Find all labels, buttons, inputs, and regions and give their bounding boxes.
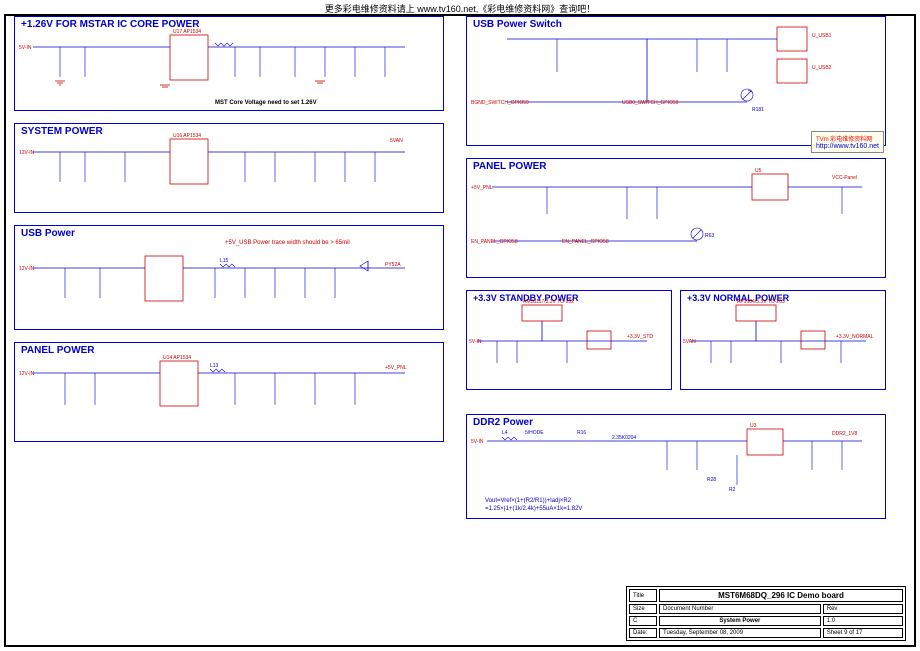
svg-text:U_USB1: U_USB1 — [812, 33, 832, 39]
block-33v-normal: +3.3V NORMAL POWER AP1084/3.3V TO-263 5V… — [680, 290, 886, 390]
svg-text:2.35K0204: 2.35K0204 — [612, 435, 636, 441]
svg-text:L13: L13 — [210, 363, 219, 369]
schematic-svg: U17 AP1534 5V-IN — [15, 17, 445, 97]
tb-size-label: Size — [629, 604, 657, 614]
tb-title: MST6M68DQ_296 IC Demo board — [659, 589, 903, 602]
svg-text:5/HODE: 5/HODE — [525, 430, 544, 436]
core-voltage-note: MST Core Voltage need to set 1.26V — [215, 100, 317, 106]
svg-text:VCC-Panel: VCC-Panel — [832, 175, 857, 181]
block-panel-power-left: PANEL POWER U14 AP1534 12V-IN +5V_PNL L1… — [14, 342, 444, 442]
tb-size: C — [629, 616, 657, 626]
tb-title-label: Title — [629, 589, 657, 602]
block-system-power: SYSTEM POWER U16 AP1534 12V-IN 5VAN — [14, 123, 444, 213]
schematic-svg: U_USB1 U_USB2 BGND_SWITCH_GPIO59 USB0_SW… — [467, 17, 887, 132]
tb-docnum-label: Document Number — [659, 604, 821, 614]
block-usb-switch: USB Power Switch U_USB1 U_USB2 BGND_SWIT… — [466, 16, 886, 146]
svg-text:12V-IN: 12V-IN — [19, 150, 35, 156]
tb-sheet: Sheet 9 of 17 — [823, 628, 903, 638]
svg-text:EN_PANEL_GPIO58: EN_PANEL_GPIO58 — [471, 239, 518, 245]
tb-date-label: Date: — [629, 628, 657, 638]
svg-text:5V-IN: 5V-IN — [471, 439, 484, 445]
svg-text:+3.3V_STD: +3.3V_STD — [627, 334, 653, 340]
svg-text:R181: R181 — [752, 107, 764, 113]
svg-text:+5V_PNL: +5V_PNL — [385, 365, 407, 371]
schematic-sheet: +1.26V FOR MSTAR IC CORE POWER U17 AP153… — [4, 14, 916, 647]
svg-text:PY52A: PY52A — [385, 262, 401, 268]
svg-text:EN_PANEL_GPIO58: EN_PANEL_GPIO58 — [562, 239, 609, 245]
schematic-svg: 12V-IN PY52A L15 — [15, 226, 445, 316]
svg-text:AMS1117/3.3V TO-252: AMS1117/3.3V TO-252 — [523, 299, 574, 305]
svg-text:U3: U3 — [750, 423, 757, 429]
tb-date: Tuesday, September 08, 2009 — [659, 628, 821, 638]
svg-text:DDR2_1V8: DDR2_1V8 — [832, 431, 858, 437]
svg-text:R16: R16 — [577, 430, 586, 436]
schematic-svg: U5 +5V_PNL VCC-Panel EN_PANEL_GPIO58 EN_… — [467, 159, 887, 264]
tb-docnum: System Power — [659, 616, 821, 626]
schematic-svg: U16 AP1534 12V-IN 5VAN — [15, 124, 445, 199]
svg-text:+5V_PNL: +5V_PNL — [471, 185, 493, 191]
svg-text:5V-IN: 5V-IN — [19, 45, 32, 51]
svg-text:U17 AP1534: U17 AP1534 — [173, 29, 201, 35]
tb-rev: 1.0 — [823, 616, 903, 626]
schematic-svg: AP1084/3.3V TO-263 5VAN +3.3V_NORMAL — [681, 291, 886, 376]
tb-rev-label: Rev — [823, 604, 903, 614]
watermark: TVm 彩电维修资料网 http://www.tv160.net — [811, 131, 884, 153]
ddr2-formula-1: Vout=Vref×(1+(R2/R1))+Iadj×R2 — [485, 498, 571, 504]
svg-text:U_USB2: U_USB2 — [812, 65, 832, 71]
block-panel-power-right: PANEL POWER U5 +5V_PNL VCC-Panel EN_PANE… — [466, 158, 886, 278]
svg-text:U5: U5 — [755, 168, 762, 174]
svg-text:R2: R2 — [729, 487, 736, 493]
block-core-power: +1.26V FOR MSTAR IC CORE POWER U17 AP153… — [14, 16, 444, 111]
ddr2-formula-2: =1.25×(1+(1k/2.4k)+55uA×1k=1.82V — [485, 506, 582, 512]
watermark-url: http://www.tv160.net — [816, 143, 879, 150]
svg-text:U14 AP1534: U14 AP1534 — [163, 355, 191, 361]
svg-text:U16 AP1534: U16 AP1534 — [173, 133, 201, 139]
svg-text:BGND_SWITCH_GPIO59: BGND_SWITCH_GPIO59 — [471, 100, 529, 106]
svg-text:+3.3V_NORMAL: +3.3V_NORMAL — [836, 334, 874, 340]
schematic-svg: AMS1117/3.3V TO-252 5V-IN +3.3V_STD — [467, 291, 672, 376]
svg-text:12V-IN: 12V-IN — [19, 266, 35, 272]
svg-text:R63: R63 — [705, 233, 714, 239]
svg-text:5VAN: 5VAN — [390, 138, 403, 144]
svg-text:USB0_SWITCH_GPIO59: USB0_SWITCH_GPIO59 — [622, 100, 679, 106]
svg-text:R28: R28 — [707, 477, 716, 483]
svg-text:L4: L4 — [502, 430, 508, 436]
block-33v-standby: +3.3V STANDBY POWER AMS1117/3.3V TO-252 … — [466, 290, 672, 390]
svg-text:L15: L15 — [220, 258, 229, 264]
svg-text:5V-IN: 5V-IN — [469, 339, 482, 345]
svg-text:5VAN: 5VAN — [683, 339, 696, 345]
schematic-svg: U14 AP1534 12V-IN +5V_PNL L13 — [15, 343, 445, 428]
schematic-svg: U3 5V-IN DDR2_1V8 L4 5/HODE R16 2.35K020… — [467, 415, 887, 505]
svg-text:AP1084/3.3V TO-263: AP1084/3.3V TO-263 — [737, 299, 785, 305]
watermark-title: TVm 彩电维修资料网 — [816, 134, 879, 143]
block-ddr2-power: DDR2 Power U3 5V-IN DDR2_1V8 L4 5/HODE R… — [466, 414, 886, 519]
block-usb-power: USB Power +5V_USB Power trace width shou… — [14, 225, 444, 330]
svg-text:12V-IN: 12V-IN — [19, 371, 35, 377]
title-block: Title MST6M68DQ_296 IC Demo board Size D… — [626, 586, 906, 641]
